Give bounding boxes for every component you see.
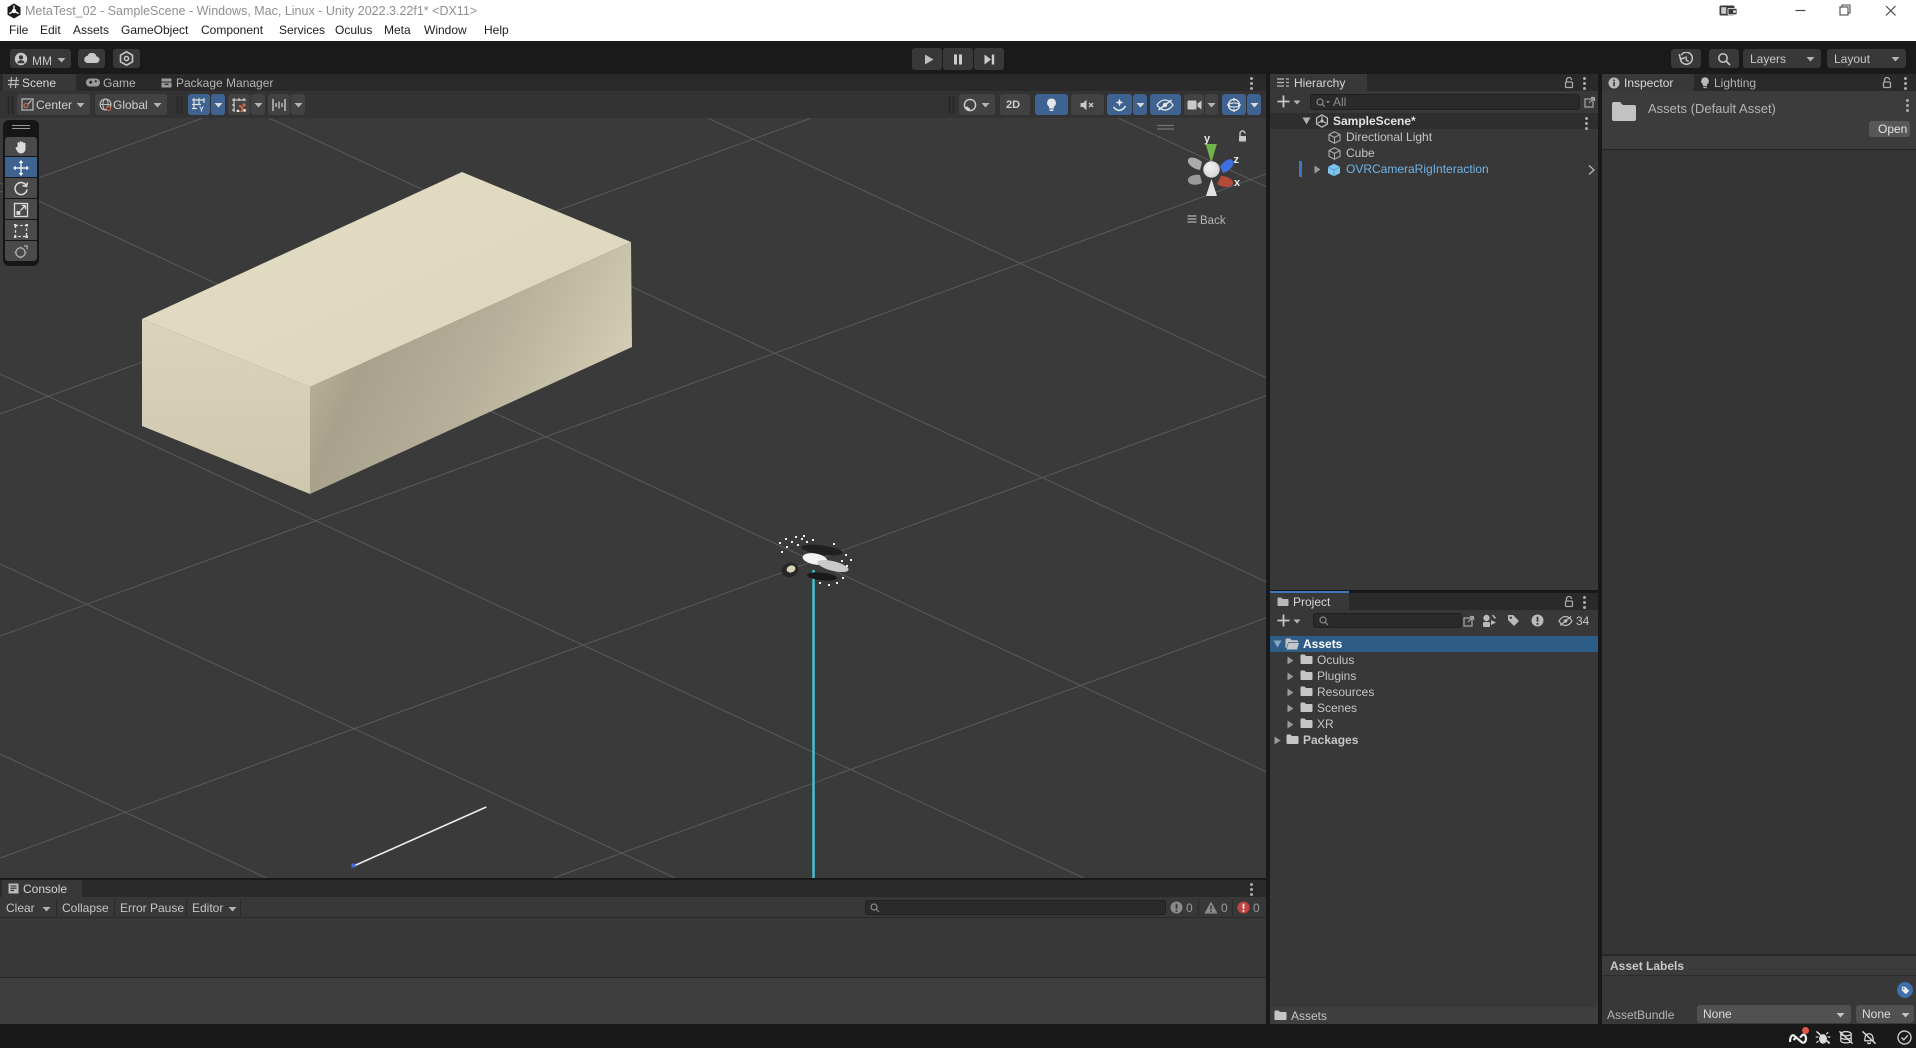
svg-text:Back: Back bbox=[1200, 215, 1226, 227]
svg-text:y: y bbox=[1204, 133, 1211, 145]
svg-text:x: x bbox=[1234, 177, 1241, 189]
svg-text:z: z bbox=[1234, 154, 1240, 166]
svg-text:Y: Y bbox=[199, 105, 204, 113]
